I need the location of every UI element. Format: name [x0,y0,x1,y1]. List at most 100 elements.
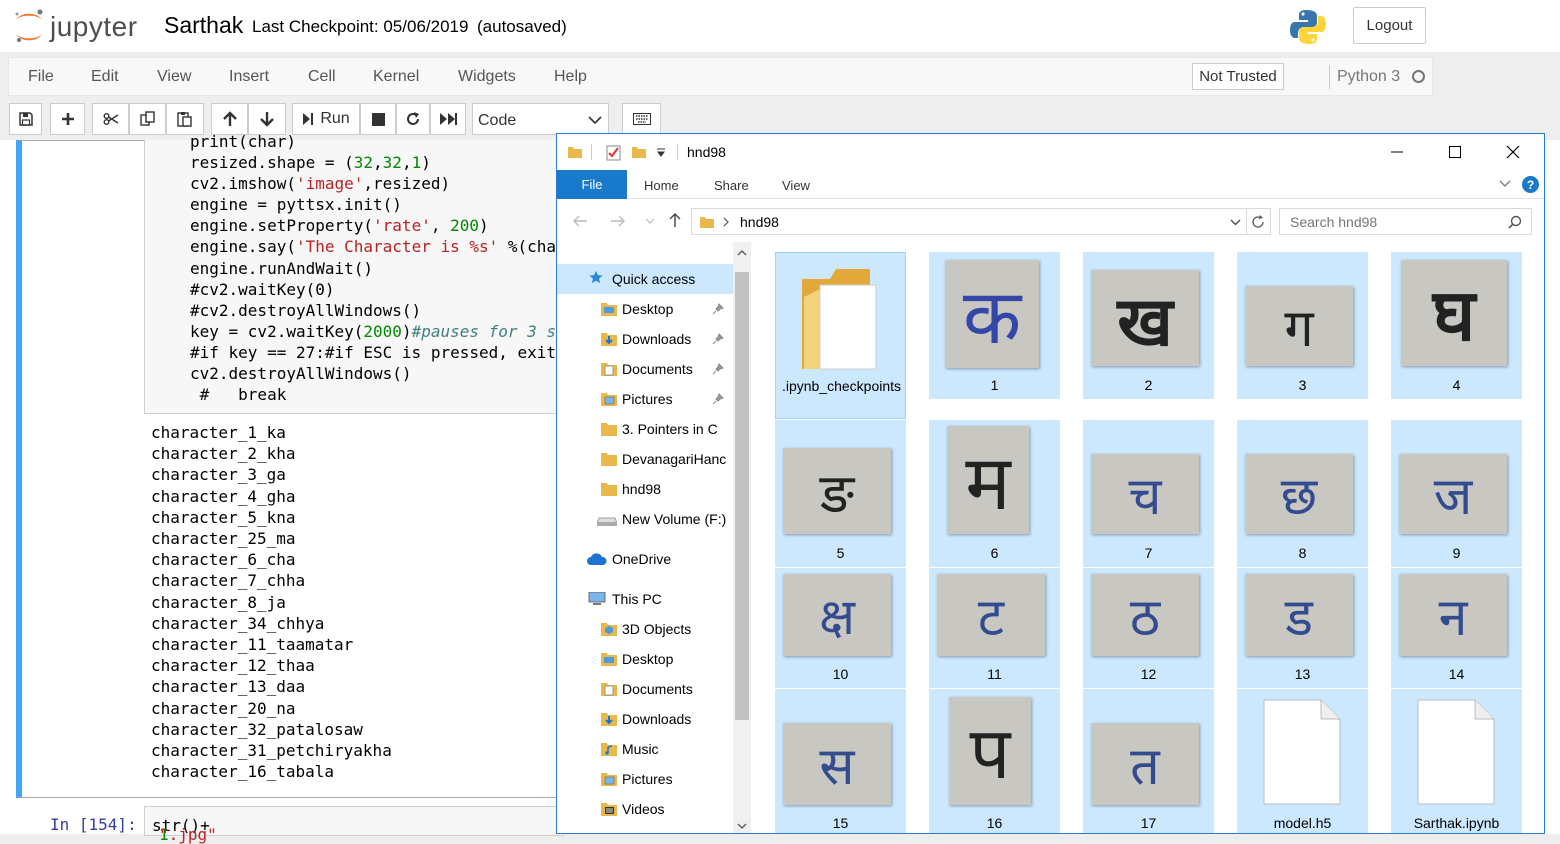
address-dropdown-icon[interactable] [1230,219,1241,226]
insert-cell-button[interactable] [50,103,85,135]
command-palette-button[interactable] [622,103,661,135]
nav-pc-downloads[interactable]: Downloads [557,704,733,734]
menu-insert[interactable]: Insert [229,68,269,86]
file-item-sarthak-ipynb[interactable]: Sarthak.ipynb [1391,689,1522,833]
kernel-name[interactable]: Python 3 [1337,68,1400,86]
file-item[interactable]: प 16 [929,689,1060,833]
file-item[interactable]: ठ 12 [1083,568,1214,688]
address-bar[interactable]: hnd98 [691,208,1247,235]
file-item[interactable]: घ 4 [1391,252,1522,399]
file-item[interactable]: म 6 [929,420,1060,567]
expand-ribbon-icon[interactable] [1499,180,1511,188]
menu-file[interactable]: File [28,68,54,86]
nav-onedrive[interactable]: OneDrive [557,544,733,574]
forward-arrow-icon[interactable] [610,214,626,228]
file-item[interactable]: ख 2 [1083,252,1214,399]
documents-icon [601,363,617,376]
nav-pc-desktop[interactable]: Desktop [557,644,733,674]
nav-item-downloads[interactable]: Downloads [557,324,733,354]
nav-scroll-thumb[interactable] [735,272,749,720]
nav-label: hnd98 [622,481,661,497]
ribbon-tab-file[interactable]: File [557,170,627,199]
file-item-checkpoints[interactable]: .ipynb_checkpoints [775,252,906,419]
nav-quick-access[interactable]: Quick access [557,264,733,294]
cell-type-select[interactable]: Code [472,103,609,135]
keyboard-icon [632,113,651,125]
nav-pc-3d-objects[interactable]: 3D Objects [557,614,733,644]
minimize-button[interactable] [1374,134,1420,170]
address-text[interactable]: hnd98 [740,214,779,230]
refresh-button[interactable] [1247,208,1271,235]
file-item[interactable]: ङ 5 [775,420,906,567]
nav-pc-documents[interactable]: Documents [557,674,733,704]
recent-locations-icon[interactable] [645,218,655,224]
run-button[interactable]: Run [292,103,360,135]
restart-button[interactable] [396,103,430,135]
pin-icon[interactable] [712,363,724,375]
search-icon[interactable] [1508,215,1522,229]
nav-pc-music[interactable]: Music [557,734,733,764]
ribbon-tab-share[interactable]: Share [714,178,749,193]
nav-item-hnd98[interactable]: hnd98 [557,474,733,504]
notebook-name[interactable]: Sarthak [164,12,243,39]
nav-item-pictures[interactable]: Pictures [557,384,733,414]
ribbon-tab-view[interactable]: View [782,178,810,193]
ribbon-tab-home[interactable]: Home [644,178,679,193]
nav-item-pointers-in-c[interactable]: 3. Pointers in C [557,414,733,444]
nav-item-devanagari[interactable]: DevanagariHanc [557,444,733,474]
file-label: 17 [1140,815,1157,831]
file-item[interactable]: छ 8 [1237,420,1368,567]
nav-pc-videos[interactable]: Videos [557,794,733,824]
cut-button[interactable] [92,103,129,135]
menu-view[interactable]: View [157,68,191,86]
copy-button[interactable] [129,103,166,135]
file-item[interactable]: न 14 [1391,568,1522,688]
file-item[interactable]: क्ष 10 [775,568,906,688]
menu-cell[interactable]: Cell [308,68,336,86]
nav-item-documents[interactable]: Documents [557,354,733,384]
jupyter-logo[interactable]: jupyter [12,6,152,46]
restart-run-all-button[interactable] [430,103,466,135]
interrupt-button[interactable] [360,103,396,135]
file-item-model-h5[interactable]: model.h5 [1237,689,1368,833]
file-item[interactable]: ट 11 [929,568,1060,688]
nav-scrollbar[interactable] [733,242,751,833]
file-item[interactable]: त 17 [1083,689,1214,833]
breadcrumb-chevron-icon[interactable] [723,217,729,227]
nav-this-pc[interactable]: This PC [557,584,733,614]
nav-item-new-volume[interactable]: New Volume (F:) [557,504,733,534]
search-box[interactable] [1279,208,1532,235]
file-item[interactable]: च 7 [1083,420,1214,567]
new-folder-icon[interactable] [632,145,646,159]
save-button[interactable] [9,103,42,135]
search-input[interactable] [1288,213,1488,231]
menu-widgets[interactable]: Widgets [458,68,516,86]
customize-qat-icon[interactable] [656,148,666,158]
scroll-down-icon[interactable] [737,823,747,829]
properties-icon[interactable] [606,145,622,161]
close-button[interactable] [1490,134,1536,170]
up-arrow-icon[interactable] [667,212,683,228]
code-editor-next[interactable]: str(1)+ ".jpg" [144,806,564,844]
nav-pc-pictures[interactable]: Pictures [557,764,733,794]
help-icon[interactable]: ? [1522,176,1539,193]
pin-icon[interactable] [712,333,724,345]
menu-edit[interactable]: Edit [91,68,119,86]
file-label: 16 [986,815,1003,831]
file-item[interactable]: ग 3 [1237,252,1368,399]
maximize-button[interactable] [1432,134,1478,170]
menu-help[interactable]: Help [554,68,587,86]
nav-item-desktop[interactable]: Desktop [557,294,733,324]
not-trusted-button[interactable]: Not Trusted [1192,63,1284,90]
explorer-titlebar[interactable]: hnd98 [557,134,1544,170]
file-item[interactable]: ड 13 [1237,568,1368,688]
menu-kernel[interactable]: Kernel [373,68,419,86]
back-arrow-icon[interactable] [572,214,588,228]
pin-icon[interactable] [712,303,724,315]
file-item[interactable]: क 1 [929,252,1060,399]
scroll-up-icon[interactable] [737,250,747,256]
pin-icon[interactable] [712,393,724,405]
logout-button[interactable]: Logout [1353,7,1426,44]
file-item[interactable]: ज 9 [1391,420,1522,567]
file-item[interactable]: स 15 [775,689,906,833]
